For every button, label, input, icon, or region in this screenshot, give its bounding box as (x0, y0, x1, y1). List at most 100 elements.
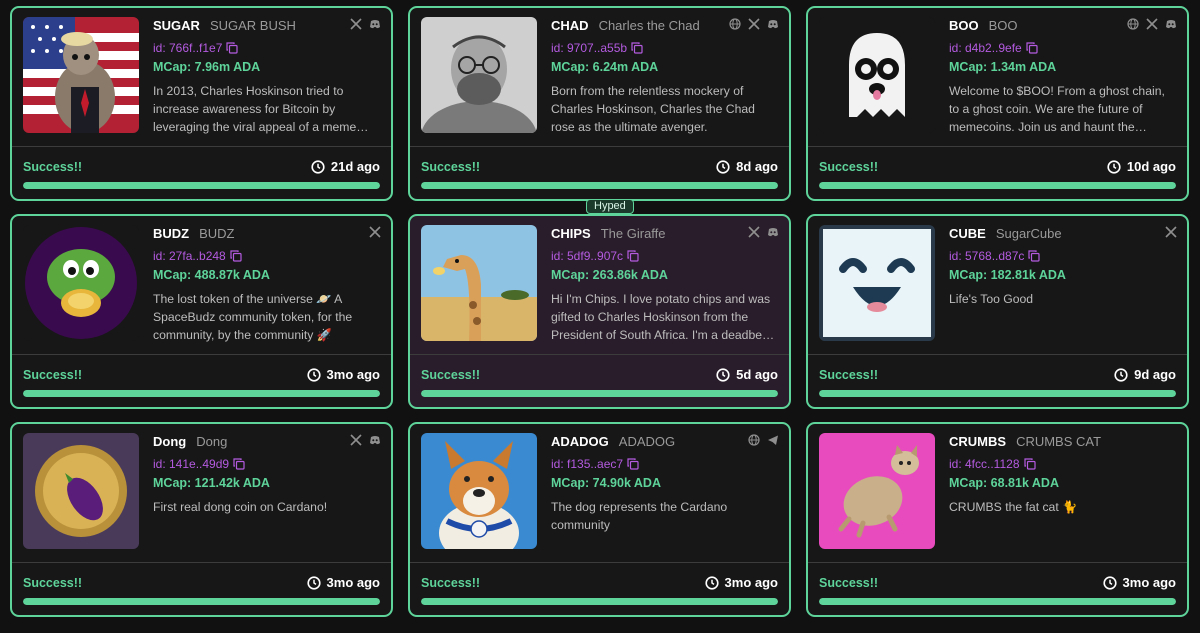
social-links (1165, 226, 1177, 238)
token-id: id: 9707..a55b (551, 40, 628, 55)
token-description: First real dong coin on Cardano! (153, 500, 328, 514)
progress-bar (23, 182, 380, 189)
token-name: SUGAR BUSH (209, 18, 296, 33)
social-links (369, 226, 381, 238)
time-ago: 10d ago (1126, 159, 1176, 174)
copy-icon[interactable] (230, 249, 242, 262)
divider (12, 562, 391, 563)
token-description: Hi I'm Chips. I love potato chips and wa… (551, 292, 775, 342)
token-name: Dong (196, 434, 228, 449)
token-ticker: BUDZ (153, 226, 190, 241)
x-icon[interactable] (748, 226, 760, 238)
token-id: id: 5768..d87c (949, 248, 1025, 263)
progress-fill (421, 598, 778, 605)
token-id: id: 5df9..907c (551, 248, 624, 263)
time-ago: 3mo ago (724, 575, 778, 590)
market-cap: MCap: 7.96m ADA (153, 60, 261, 74)
x-icon[interactable] (748, 18, 760, 30)
token-description: Life's Too Good (949, 292, 1034, 306)
token-card-budz[interactable]: BUDZ BUDZ id: 27fa..b248 MCap: 488.87k A… (10, 214, 393, 409)
clock-icon (716, 159, 730, 174)
token-description: In 2013, Charles Hoskinson tried to incr… (153, 84, 369, 134)
discord-icon[interactable] (369, 18, 381, 30)
token-description: Born from the relentless mockery of Char… (551, 84, 755, 134)
token-card-cube[interactable]: CUBE SugarCube id: 5768..d87c MCap: 182.… (806, 214, 1189, 409)
token-ticker: SUGAR (153, 18, 200, 33)
clock-icon (306, 367, 321, 382)
token-ticker: Dong (153, 434, 187, 449)
copy-icon[interactable] (627, 249, 639, 262)
token-id: id: d4b2..9efe (949, 40, 1022, 55)
time-ago: 21d ago (330, 159, 380, 174)
clock-icon (1107, 159, 1121, 174)
discord-icon[interactable] (767, 226, 779, 238)
progress-bar (23, 598, 380, 605)
token-image-crumbs (819, 433, 935, 549)
token-card-adadog[interactable]: ADADOG ADADOG id: f135..aec7 MCap: 74.90… (408, 422, 791, 617)
token-name: SugarCube (995, 226, 1062, 241)
copy-icon[interactable] (226, 41, 238, 54)
copy-icon[interactable] (233, 457, 245, 470)
telegram-icon[interactable] (767, 434, 779, 446)
token-name: CRUMBS CAT (1016, 434, 1102, 449)
globe-icon[interactable] (1127, 18, 1139, 30)
copy-icon[interactable] (1028, 249, 1041, 262)
token-description: The dog represents the Cardano community (551, 500, 728, 532)
discord-icon[interactable] (369, 434, 381, 446)
token-description: Welcome to $BOO! From a ghost chain, to … (949, 84, 1165, 134)
discord-icon[interactable] (767, 18, 779, 30)
progress-bar (819, 182, 1176, 189)
social-links (1127, 18, 1177, 30)
globe-icon[interactable] (729, 18, 741, 30)
copy-icon[interactable] (1023, 457, 1036, 470)
clock-icon (716, 367, 730, 382)
progress-fill (23, 182, 380, 189)
token-ticker: CHIPS (551, 226, 591, 241)
progress-bar (819, 390, 1176, 397)
divider (12, 354, 391, 355)
x-icon[interactable] (369, 226, 381, 238)
status-label: Success!! (23, 368, 83, 382)
market-cap: MCap: 1.34m ADA (949, 60, 1057, 74)
x-icon[interactable] (350, 18, 362, 30)
token-card-chad[interactable]: CHAD Charles the Chad id: 9707..a55b MCa… (408, 6, 791, 201)
divider (808, 146, 1187, 147)
time-ago: 8d ago (736, 159, 778, 174)
progress-fill (421, 182, 778, 189)
clock-icon (704, 575, 719, 590)
time-ago: 3mo ago (326, 575, 380, 590)
clock-icon (311, 159, 325, 174)
market-cap: MCap: 68.81k ADA (949, 476, 1059, 490)
token-id: id: 4fcc..1128 (949, 456, 1020, 471)
progress-fill (819, 182, 1176, 189)
copy-icon[interactable] (627, 457, 639, 470)
social-links (350, 434, 381, 446)
market-cap: MCap: 182.81k ADA (949, 268, 1066, 282)
status-label: Success!! (819, 576, 879, 590)
token-card-sugar[interactable]: SUGAR SUGAR BUSH id: 766f..f1e7 MCap: 7.… (10, 6, 393, 201)
token-ticker: CHAD (551, 18, 589, 33)
token-card-crumbs[interactable]: CRUMBS CRUMBS CAT id: 4fcc..1128 MCap: 6… (806, 422, 1189, 617)
token-card-chips[interactable]: CHIPS The Giraffe id: 5df9..907c MCap: 2… (408, 214, 791, 409)
time-ago: 3mo ago (1122, 575, 1176, 590)
token-card-dong[interactable]: Dong Dong id: 141e..49d9 MCap: 121.42k A… (10, 422, 393, 617)
social-links (748, 226, 779, 238)
discord-icon[interactable] (1165, 18, 1177, 30)
status-label: Success!! (421, 160, 481, 174)
hyped-badge: Hyped (586, 199, 634, 214)
token-image-chad (421, 17, 537, 133)
progress-bar (819, 598, 1176, 605)
x-icon[interactable] (1146, 18, 1158, 30)
copy-icon[interactable] (1026, 41, 1038, 54)
token-ticker: CRUMBS (949, 434, 1007, 449)
copy-icon[interactable] (631, 41, 643, 54)
divider (410, 562, 789, 563)
token-ticker: BOO (949, 18, 979, 33)
globe-icon[interactable] (748, 434, 760, 446)
x-icon[interactable] (1165, 226, 1177, 238)
progress-bar (421, 182, 778, 189)
progress-fill (421, 390, 778, 397)
token-image-budz (23, 225, 139, 341)
token-card-boo[interactable]: BOO BOO id: d4b2..9efe MCap: 1.34m ADA W… (806, 6, 1189, 201)
x-icon[interactable] (350, 434, 362, 446)
